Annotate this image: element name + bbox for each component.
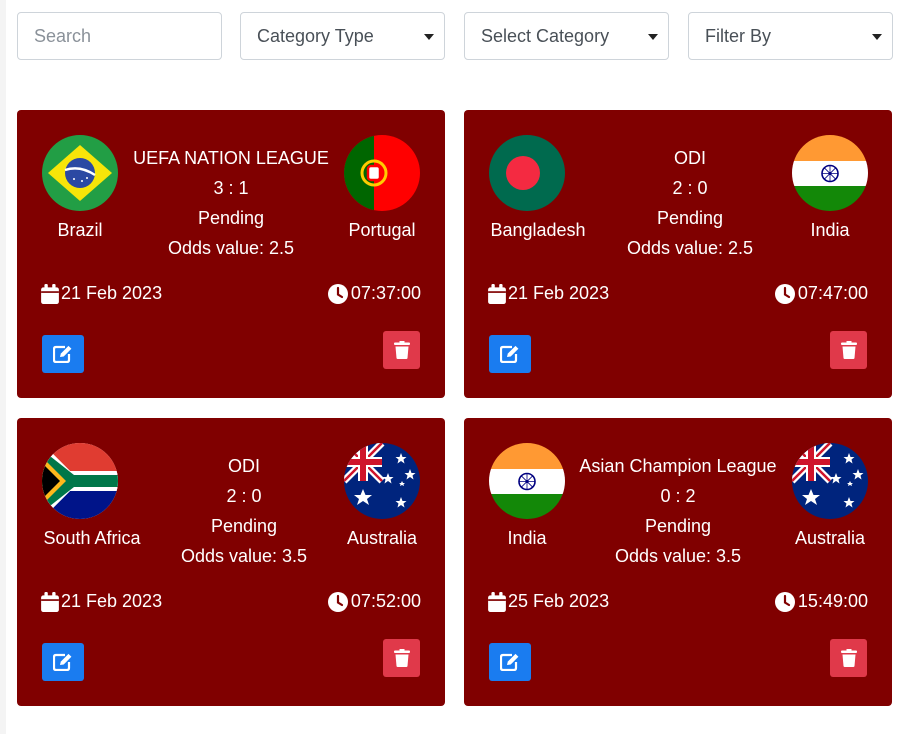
bangladesh-flag-icon	[489, 135, 565, 211]
match-time: 07:47:00	[775, 283, 868, 304]
delete-button[interactable]	[383, 639, 420, 677]
filter-bar: Search Category Type Select Category Fil…	[17, 12, 893, 60]
clock-icon	[328, 592, 348, 612]
brazil-flag-icon	[42, 135, 118, 211]
date-text: 21 Feb 2023	[61, 283, 163, 303]
clock-icon	[775, 592, 795, 612]
match-score: 0 : 2	[660, 486, 696, 506]
league-name: ODI	[227, 456, 260, 476]
match-card: Bangladesh ODI 2 : 0 Pending Odds value:…	[464, 110, 892, 398]
match-score: 2 : 0	[672, 178, 708, 198]
date-text: 21 Feb 2023	[61, 591, 163, 611]
edit-icon	[500, 653, 520, 671]
chevron-down-icon	[648, 34, 658, 40]
match-info: ODI 2 : 0 Pending Odds value: 2.5	[627, 143, 753, 263]
edit-icon	[500, 345, 520, 363]
team2-name: Australia	[794, 528, 866, 548]
match-info: Asian Champion League 0 : 2 Pending Odds…	[579, 451, 776, 571]
team2-name: Australia	[346, 528, 418, 548]
league-name: Asian Champion League	[579, 456, 777, 476]
match-date: 21 Feb 2023	[488, 283, 609, 304]
time-text: 15:49:00	[797, 591, 868, 611]
team2-name: India	[810, 220, 850, 240]
filter-by-label: Filter By	[705, 25, 772, 46]
odds-value: Odds value: 3.5	[180, 546, 308, 566]
match-score: 3 : 1	[213, 178, 249, 198]
delete-button[interactable]	[830, 331, 867, 369]
trash-icon	[394, 649, 410, 667]
match-date: 21 Feb 2023	[41, 283, 162, 304]
edit-button[interactable]	[42, 335, 84, 373]
select-category-select[interactable]: Select Category	[464, 12, 669, 60]
match-card: India Asian Champion League 0 : 2 Pendin…	[464, 418, 892, 706]
category-type-label: Category Type	[257, 25, 374, 46]
odds-value: Odds value: 2.5	[167, 238, 295, 258]
calendar-icon	[41, 284, 59, 304]
match-status: Pending	[197, 208, 265, 228]
match-status: Pending	[210, 516, 278, 536]
portugal-flag-icon	[344, 135, 420, 211]
edit-icon	[53, 653, 73, 671]
trash-icon	[394, 341, 410, 359]
team1-name: South Africa	[43, 528, 141, 548]
time-text: 07:37:00	[350, 283, 421, 303]
delete-button[interactable]	[830, 639, 867, 677]
team2-name: Portugal	[348, 220, 416, 240]
match-time: 07:52:00	[328, 591, 421, 612]
match-time: 07:37:00	[328, 283, 421, 304]
time-text: 07:52:00	[350, 591, 421, 611]
date-text: 25 Feb 2023	[508, 591, 610, 611]
league-name: ODI	[673, 148, 706, 168]
india-flag-icon	[489, 443, 565, 519]
select-category-label: Select Category	[481, 25, 610, 46]
search-placeholder: Search	[34, 25, 92, 46]
odds-value: Odds value: 2.5	[626, 238, 754, 258]
match-card: South Africa ODI 2 : 0 Pending Odds valu…	[17, 418, 445, 706]
match-info: UEFA NATION LEAGUE 3 : 1 Pending Odds va…	[133, 143, 329, 263]
search-input[interactable]: Search	[17, 12, 222, 60]
trash-icon	[841, 649, 857, 667]
delete-button[interactable]	[383, 331, 420, 369]
edit-button[interactable]	[42, 643, 84, 681]
india-flag-icon	[792, 135, 868, 211]
match-date: 21 Feb 2023	[41, 591, 162, 612]
match-info: ODI 2 : 0 Pending Odds value: 3.5	[181, 451, 307, 571]
chevron-down-icon	[872, 34, 882, 40]
calendar-icon	[488, 592, 506, 612]
edit-icon	[53, 345, 73, 363]
odds-value: Odds value: 3.5	[614, 546, 742, 566]
calendar-icon	[41, 592, 59, 612]
australia-flag-icon	[344, 443, 420, 519]
australia-flag-icon	[792, 443, 868, 519]
trash-icon	[841, 341, 857, 359]
edit-button[interactable]	[489, 335, 531, 373]
date-text: 21 Feb 2023	[508, 283, 610, 303]
clock-icon	[328, 284, 348, 304]
match-time: 15:49:00	[775, 591, 868, 612]
match-status: Pending	[656, 208, 724, 228]
south-africa-flag-icon	[42, 443, 118, 519]
category-type-select[interactable]: Category Type	[240, 12, 445, 60]
league-name: UEFA NATION LEAGUE	[133, 148, 329, 168]
page-edge	[0, 0, 6, 734]
calendar-icon	[488, 284, 506, 304]
match-score: 2 : 0	[226, 486, 262, 506]
filter-by-select[interactable]: Filter By	[688, 12, 893, 60]
team1-name: Bangladesh	[490, 220, 586, 240]
match-card: Brazil UEFA NATION LEAGUE 3 : 1 Pending …	[17, 110, 445, 398]
match-status: Pending	[644, 516, 712, 536]
chevron-down-icon	[424, 34, 434, 40]
time-text: 07:47:00	[797, 283, 868, 303]
match-date: 25 Feb 2023	[488, 591, 609, 612]
clock-icon	[775, 284, 795, 304]
edit-button[interactable]	[489, 643, 531, 681]
